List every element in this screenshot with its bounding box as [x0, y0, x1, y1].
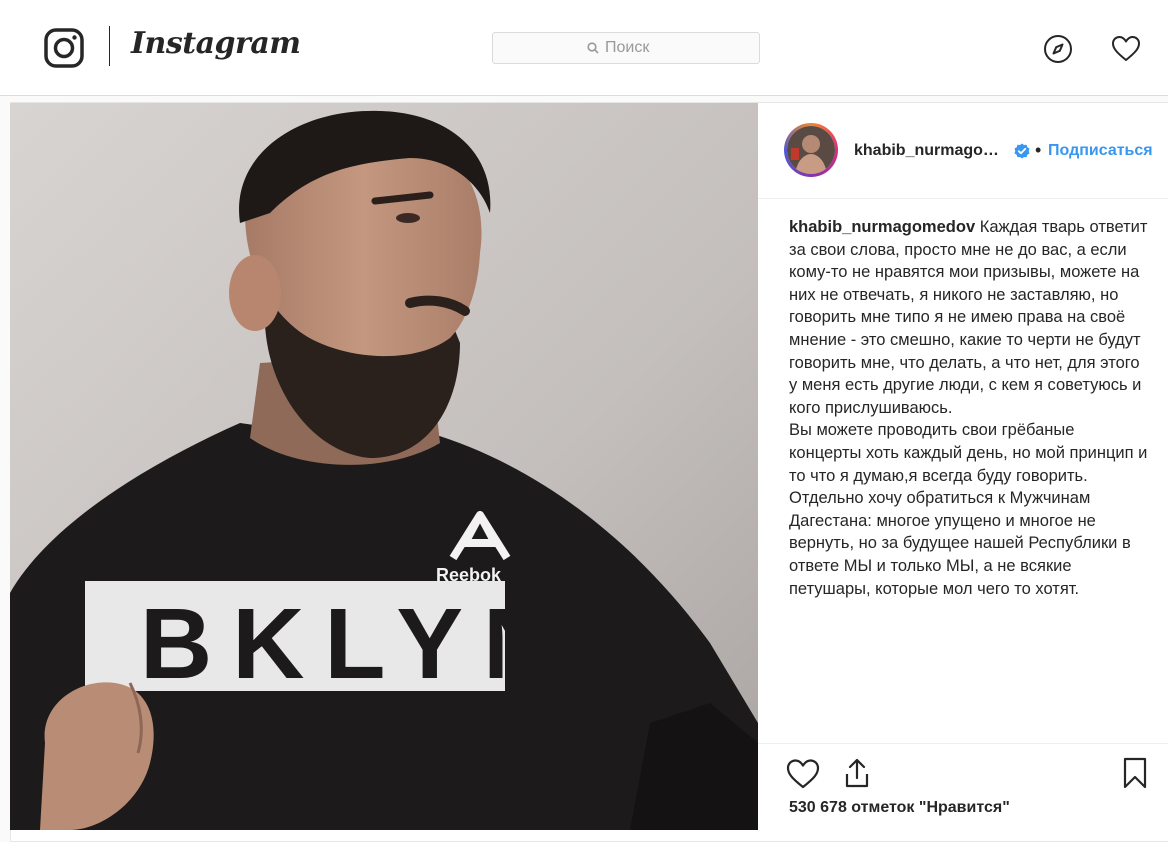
compass-icon[interactable] — [1043, 34, 1073, 64]
search-box[interactable] — [492, 32, 760, 64]
separator-dot: • — [1035, 140, 1042, 160]
avatar[interactable] — [784, 123, 838, 177]
shirt-print-text: BKLYN — [140, 588, 575, 700]
post-caption: khabib_nurmagomedov Каждая тварь ответит… — [789, 216, 1151, 600]
photo-illustration: BKLYN Reebok — [10, 103, 758, 830]
top-navigation-bar: Instagram — [0, 0, 1168, 96]
shirt-brand-text: Reebok — [436, 565, 502, 585]
share-icon[interactable] — [840, 756, 874, 790]
post-photo[interactable]: BKLYN Reebok — [10, 103, 758, 830]
like-heart-icon[interactable] — [786, 757, 820, 791]
search-input[interactable] — [605, 39, 665, 57]
logo-divider — [109, 26, 110, 66]
avatar-image — [787, 126, 835, 174]
likes-count[interactable]: 530 678 отметок "Нравится" — [789, 799, 1010, 817]
instagram-icon[interactable] — [44, 28, 84, 68]
heart-icon[interactable] — [1111, 34, 1141, 64]
author-username[interactable]: khabib_nurmago… — [854, 142, 999, 160]
verified-badge-icon — [1014, 143, 1030, 159]
follow-button[interactable]: Подписаться — [1048, 142, 1168, 160]
search-icon — [587, 42, 599, 54]
instagram-wordmark[interactable]: Instagram — [131, 26, 301, 61]
post-sidebar: khabib_nurmago… • Подписаться khabib_nur… — [758, 103, 1168, 830]
caption-paragraph-2: Вы можете проводить свои грёбаные концер… — [789, 421, 1148, 485]
bookmark-icon[interactable] — [1118, 756, 1152, 790]
caption-author[interactable]: khabib_nurmagomedov — [789, 218, 975, 236]
post-header: khabib_nurmago… • Подписаться — [758, 103, 1168, 199]
caption-paragraph-1: khabib_nurmagomedov Каждая тварь ответит… — [789, 216, 1151, 419]
post-actions: 530 678 отметок "Нравится" — [758, 743, 1168, 830]
caption-paragraph-3: Отдельно хочу обратиться к Мужчинам Даге… — [789, 489, 1131, 598]
caption-text-1: Каждая тварь ответит за свои слова, прос… — [789, 218, 1148, 417]
